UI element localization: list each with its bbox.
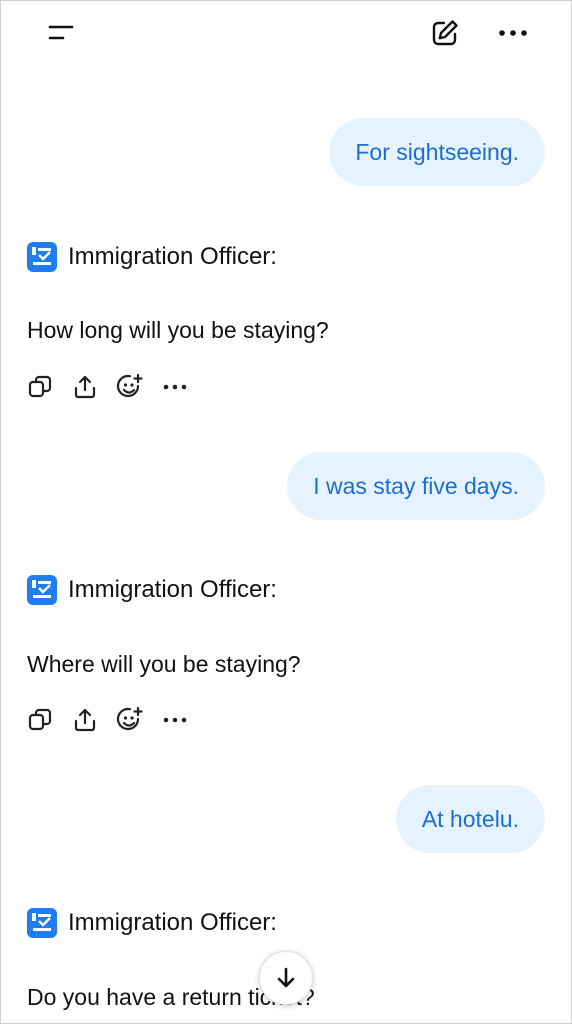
copy-icon [28, 375, 52, 398]
share-button[interactable] [70, 372, 100, 402]
speaker-label: Immigration Officer: [27, 907, 277, 939]
share-icon [74, 708, 96, 732]
user-message-bubble: For sightseeing. [329, 118, 545, 186]
speaker-label: Immigration Officer: [27, 574, 277, 606]
user-message-text: At hotelu. [421, 805, 519, 832]
assistant-message-text: Where will you be staying? [27, 651, 301, 677]
speaker-name: Immigration Officer: [68, 576, 277, 603]
scroll-to-bottom-button[interactable] [259, 951, 313, 1005]
chat-screen: For sightseeing. Immigration Officer: Ho… [0, 0, 572, 1024]
new-chat-button[interactable] [425, 13, 465, 53]
user-message-text: I was stay five days. [313, 472, 519, 499]
add-reaction-icon [116, 706, 143, 731]
arrow-down-icon [277, 967, 295, 988]
speaker-label: Immigration Officer: [27, 241, 277, 273]
user-message-bubble: At hotelu. [395, 785, 545, 853]
add-reaction-button[interactable] [115, 705, 145, 735]
message-more-button[interactable] [160, 705, 190, 735]
message-actions [25, 372, 205, 402]
more-options-button[interactable] [493, 13, 533, 53]
immigration-officer-icon [27, 908, 57, 938]
menu-button[interactable] [41, 15, 81, 51]
more-horizontal-icon [499, 30, 527, 36]
share-button[interactable] [70, 705, 100, 735]
share-icon [74, 375, 96, 399]
user-message-text: For sightseeing. [355, 138, 519, 165]
copy-button[interactable] [25, 705, 55, 735]
more-horizontal-icon [163, 717, 187, 723]
top-bar [1, 1, 571, 65]
copy-icon [28, 708, 52, 731]
add-reaction-button[interactable] [115, 372, 145, 402]
message-actions [25, 705, 205, 735]
immigration-officer-icon [27, 575, 57, 605]
message-more-button[interactable] [160, 372, 190, 402]
menu-icon [48, 25, 74, 40]
more-horizontal-icon [163, 384, 187, 390]
speaker-name: Immigration Officer: [68, 909, 277, 936]
immigration-officer-icon [27, 242, 57, 272]
user-message-bubble: I was stay five days. [287, 452, 545, 520]
speaker-name: Immigration Officer: [68, 243, 277, 270]
compose-icon [432, 20, 458, 46]
copy-button[interactable] [25, 372, 55, 402]
add-reaction-icon [116, 373, 143, 398]
assistant-message-text: How long will you be staying? [27, 317, 329, 343]
